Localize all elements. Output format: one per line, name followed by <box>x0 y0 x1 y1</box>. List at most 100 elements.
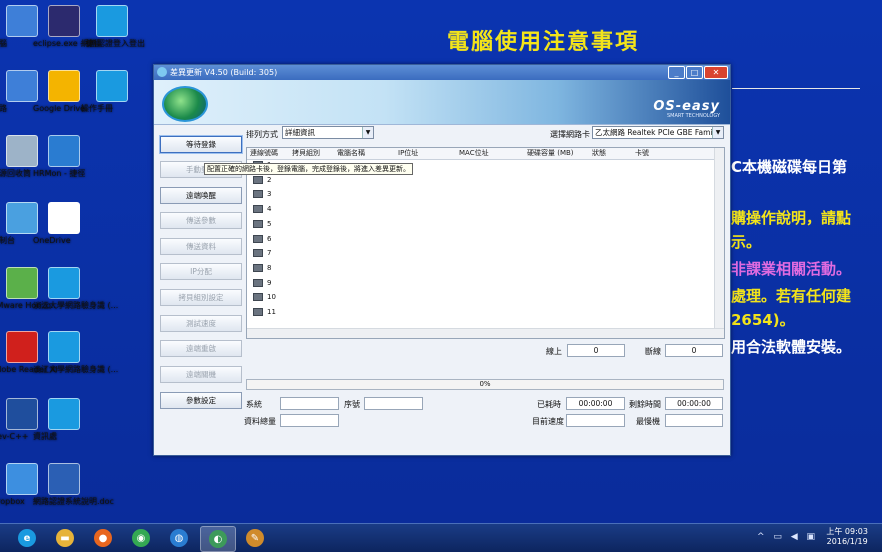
row-number: 3 <box>267 190 272 199</box>
title-bar[interactable]: 差異更新 V4.50 (Build: 305) _ □ ✕ <box>154 65 730 80</box>
column-header[interactable]: 狀態 <box>592 148 606 159</box>
sort-select[interactable]: 詳細資訊 ▼ <box>282 126 374 139</box>
action-button[interactable]: 遠端喚醒 <box>160 187 242 204</box>
desktop-shortcut-label: Dropbox <box>0 497 25 506</box>
os-easy-window: 差異更新 V4.50 (Build: 305) _ □ ✕ OS-easy SM… <box>153 64 731 456</box>
desktop-shortcut[interactable]: 淡江大學網路驗身識 (... <box>33 267 118 310</box>
computer-icon <box>253 308 263 316</box>
table-row[interactable]: 4 <box>253 203 271 215</box>
taskbar-chrome-button[interactable]: ◉ <box>124 526 158 550</box>
column-header[interactable]: 卡號 <box>635 148 649 159</box>
desktop-shortcut-label: 操作手冊 <box>81 104 113 113</box>
desktop-shortcut-label: 控制台 <box>0 236 15 245</box>
desktop-shortcut[interactable]: OneDrive <box>33 202 95 245</box>
row-number: 11 <box>267 308 276 316</box>
table-row[interactable]: 8 <box>253 262 271 274</box>
desktop-shortcut[interactable]: HRMon - 捷徑 <box>33 135 95 178</box>
nic-select[interactable]: 乙太網路 Realtek PCIe GBE Family Cont ▼ <box>592 126 724 139</box>
computer-icon <box>253 205 263 214</box>
action-button[interactable]: 等待登錄 <box>159 135 243 154</box>
serial-label: 序號 <box>344 400 360 409</box>
chevron-down-icon[interactable]: ▼ <box>362 127 373 138</box>
slowest-field <box>665 414 723 427</box>
system-label: 系統 <box>246 400 262 409</box>
system-tray[interactable]: ^ ▭ ◀ ▣ <box>757 532 818 542</box>
column-header[interactable]: 連線號碼 <box>250 148 278 159</box>
row-number: 4 <box>267 205 272 214</box>
close-button[interactable]: ✕ <box>704 66 728 79</box>
file-explorer-icon: ▬ <box>56 529 74 547</box>
network-manager-icon: ◍ <box>170 529 188 547</box>
action-button: 遠端重啟 <box>160 340 242 357</box>
horizontal-scrollbar[interactable] <box>247 328 724 338</box>
taskbar-file-explorer-button[interactable]: ▬ <box>48 526 82 550</box>
client-table[interactable]: 連線號碼拷貝組別電腦名稱IP位址MAC位址硬碟容量 (MB)狀態卡號 12345… <box>246 147 725 339</box>
computer-icon <box>253 293 263 302</box>
table-row[interactable]: 5 <box>253 218 271 230</box>
desktop-shortcut-label: 網路 <box>0 104 7 113</box>
current-speed-label: 目前速度 <box>532 417 564 426</box>
elapsed-field: 00:00:00 <box>566 397 625 410</box>
firefox-icon: ● <box>94 529 112 547</box>
taskbar-paint-tool-button[interactable]: ✎ <box>238 526 272 550</box>
offline-label: 斷線 <box>645 347 661 356</box>
action-button[interactable]: 參數設定 <box>160 392 242 409</box>
row-number: 6 <box>267 234 272 243</box>
desktop-shortcut[interactable]: 資訊處 <box>33 398 95 441</box>
clock[interactable]: 上午 09:03 2016/1/19 <box>826 527 868 547</box>
vertical-scrollbar[interactable] <box>714 148 724 328</box>
taskbar-firefox-button[interactable]: ● <box>86 526 120 550</box>
desktop-notice-line: 示。 <box>731 233 762 251</box>
table-row[interactable]: 7 <box>253 247 271 259</box>
computer-icon <box>253 175 263 184</box>
column-header[interactable]: IP位址 <box>398 148 418 159</box>
taskbar-os-easy-update-button[interactable]: ◐ <box>200 526 236 552</box>
table-header: 連線號碼 拷貝組別 電腦名稱 IP位址 MAC位址 硬碟容量 (MB) 狀態 卡號 <box>247 148 714 160</box>
slowest-label: 最慢機 <box>636 417 660 426</box>
desktop-shortcut[interactable]: 淡江大學網路驗身識 (... <box>33 331 118 374</box>
table-row[interactable]: 9 <box>253 277 271 289</box>
column-header[interactable]: 硬碟容量 (MB) <box>527 148 574 159</box>
progress-text: 0% <box>479 380 491 388</box>
column-header[interactable]: 電腦名稱 <box>337 148 365 159</box>
computer-icon <box>253 219 263 228</box>
table-row[interactable]: 11 <box>253 306 276 318</box>
minimize-button[interactable]: _ <box>668 66 685 79</box>
table-row[interactable]: 2 <box>253 174 271 186</box>
row-number: 10 <box>267 293 276 302</box>
online-count: 0 <box>567 344 625 357</box>
column-header[interactable]: 拷貝組別 <box>292 148 320 159</box>
data-amount-label: 資料總量 <box>244 417 276 426</box>
table-row[interactable]: 6 <box>253 233 271 245</box>
desktop-shortcut-label: 淡江大學網路驗身識 (... <box>33 365 119 374</box>
table-row[interactable]: 10 <box>253 291 276 303</box>
desktop-notice-line: 用合法軟體安裝。 <box>731 338 852 356</box>
maximize-button[interactable]: □ <box>686 66 703 79</box>
sort-label: 排列方式 <box>246 130 278 139</box>
action-button: 傳送參數 <box>160 212 242 229</box>
taskbar-network-manager-button[interactable]: ◍ <box>162 526 196 550</box>
taskbar-ie-button[interactable]: e <box>10 526 44 550</box>
desktop-shortcut-label: 資源回收筒 <box>0 169 31 178</box>
desktop-shortcut-label: Google Drive <box>33 104 86 113</box>
desktop-shortcut[interactable]: 網路認證登入登出 <box>81 5 145 48</box>
app-icon <box>157 67 167 77</box>
chevron-down-icon[interactable]: ▼ <box>712 127 723 138</box>
desktop-shortcut-label: 網路認證登入登出 <box>81 39 145 48</box>
computer-icon <box>253 190 263 199</box>
computer-icon <box>253 234 263 243</box>
computer-icon <box>253 249 263 258</box>
desktop-shortcut[interactable]: 網路認證系統說明.doc <box>33 463 114 506</box>
table-row[interactable]: 3 <box>253 188 271 200</box>
desktop-shortcut[interactable]: 操作手冊 <box>81 70 143 113</box>
desktop-notice-line: 非課業相關活動。 <box>731 260 852 278</box>
ie-shortcut-icon <box>96 5 128 37</box>
computer-icon <box>253 263 263 272</box>
row-number: 9 <box>267 278 272 287</box>
desktop-shortcut-label: Dev-C++ <box>0 432 29 441</box>
column-header[interactable]: MAC位址 <box>459 148 489 159</box>
ie-icon: e <box>18 529 36 547</box>
desktop-notice-title: 電腦使用注意事項 <box>447 30 640 55</box>
ie-shortcut-icon <box>48 331 80 363</box>
desktop-notice-line: 購操作說明，請點 <box>731 209 852 227</box>
